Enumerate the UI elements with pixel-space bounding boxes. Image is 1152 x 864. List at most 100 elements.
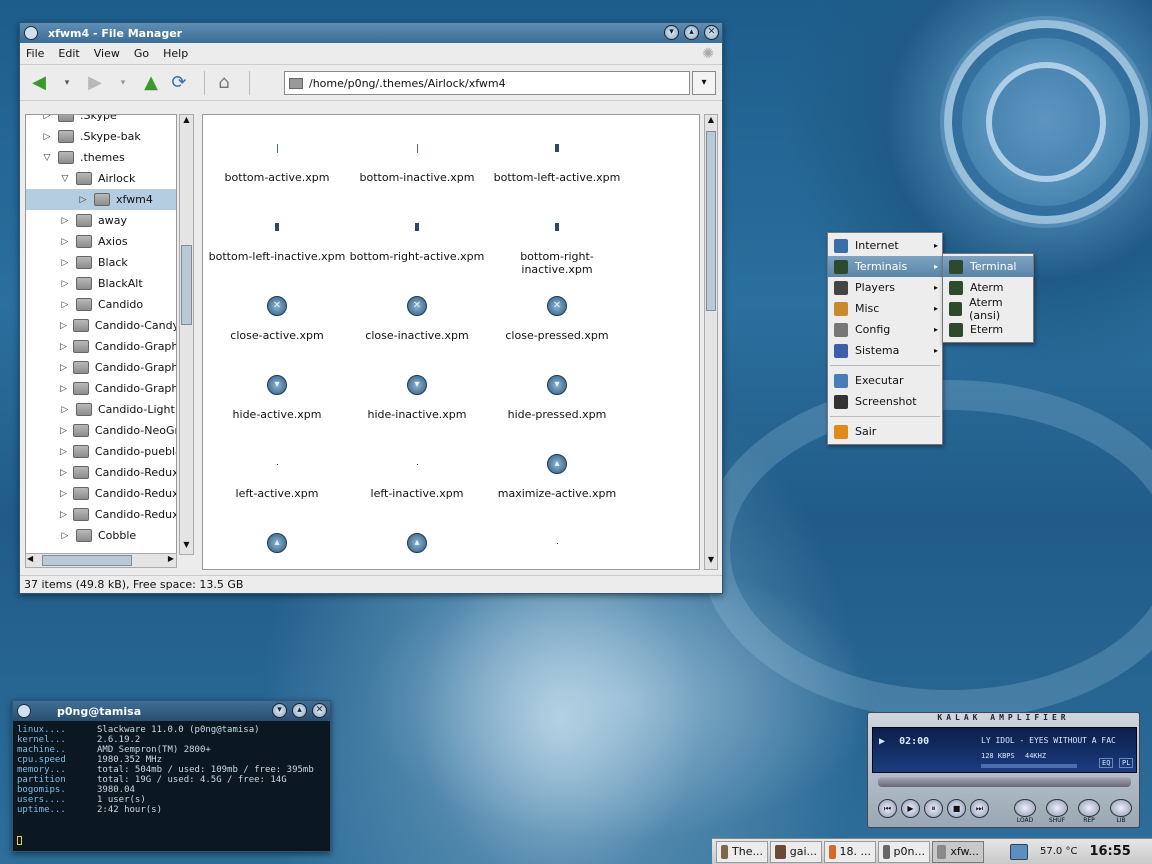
player-lib-button[interactable]: LIB: [1110, 799, 1132, 824]
file-item[interactable]: bottom-active.xpm: [207, 135, 347, 184]
tree-item[interactable]: ▷ xfwm4: [26, 189, 176, 210]
tree-item[interactable]: ▷ Candido-NeoGr: [26, 420, 176, 441]
collapsed-arrow-icon[interactable]: ▷: [60, 321, 67, 331]
file-item[interactable]: ✕ close-pressed.xpm: [487, 293, 627, 342]
tree-item[interactable]: ▷ .Skype: [26, 115, 176, 126]
back-history-dropdown[interactable]: ▾: [56, 72, 78, 94]
scroll-right-arrow[interactable]: ▶: [168, 554, 174, 563]
tree-item[interactable]: ▷ .Skype-bak: [26, 126, 176, 147]
collapsed-arrow-icon[interactable]: ▷: [60, 300, 70, 310]
player-shuf-button[interactable]: SHUF: [1046, 799, 1068, 824]
tree-item[interactable]: ▷ Candido-Redux: [26, 504, 176, 525]
collapsed-arrow-icon[interactable]: ▷: [42, 132, 52, 142]
next-button[interactable]: ⏭: [970, 799, 989, 818]
scroll-down-arrow[interactable]: ▼: [705, 555, 717, 569]
terminal-titlebar[interactable]: p0ng@tamisa ▾ ▴ ✕: [13, 701, 330, 721]
taskbar-button[interactable]: 18. ...: [824, 840, 876, 863]
file-manager-titlebar[interactable]: xfwm4 - File Manager ▾ ▴ ✕: [20, 23, 722, 43]
menu-item-eterm[interactable]: Eterm: [943, 319, 1033, 340]
tree-item[interactable]: ▷ Candido-Candy: [26, 315, 176, 336]
tree-item[interactable]: ▷ Cobble: [26, 525, 176, 546]
pause-button[interactable]: ⏸: [924, 799, 943, 818]
scroll-thumb-h[interactable]: [42, 555, 132, 566]
tree-vertical-scrollbar[interactable]: ▲ ▼: [179, 114, 194, 555]
file-item[interactable]: ✕ close-active.xpm: [207, 293, 347, 342]
tree-item[interactable]: ▷ Candido-Graph: [26, 357, 176, 378]
location-path-field[interactable]: /home/p0ng/.themes/Airlock/xfwm4: [284, 71, 690, 95]
window-menu-button[interactable]: [17, 704, 31, 718]
minimize-button[interactable]: ▾: [664, 25, 679, 40]
scroll-left-arrow[interactable]: ◀: [27, 554, 33, 563]
collapsed-arrow-icon[interactable]: ▷: [42, 115, 52, 121]
menu-item-misc[interactable]: Misc ▸: [828, 298, 942, 319]
collapsed-arrow-icon[interactable]: ▷: [60, 426, 67, 436]
menu-item-aterm-ansi-[interactable]: Aterm (ansi): [943, 296, 1033, 322]
collapsed-arrow-icon[interactable]: ▷: [60, 258, 70, 268]
collapsed-arrow-icon[interactable]: ▷: [60, 216, 70, 226]
maximize-button[interactable]: ▴: [684, 25, 699, 40]
scroll-thumb[interactable]: [181, 245, 192, 325]
tree-item[interactable]: ▷ Candido-Graph: [26, 336, 176, 357]
taskbar-button[interactable]: xfw...: [932, 840, 984, 863]
menu-item-config[interactable]: Config ▸: [828, 319, 942, 340]
tree-item[interactable]: ▷ Candido-Redux: [26, 483, 176, 504]
home-icon[interactable]: ⌂: [213, 72, 235, 94]
collapsed-arrow-icon[interactable]: ▷: [78, 195, 88, 205]
maximize-button[interactable]: ▴: [292, 703, 307, 718]
collapsed-arrow-icon[interactable]: ▷: [60, 531, 70, 541]
collapsed-arrow-icon[interactable]: ▷: [60, 342, 67, 352]
tree-item[interactable]: ▷ Black: [26, 252, 176, 273]
collapsed-arrow-icon[interactable]: ▷: [60, 279, 70, 289]
menu-item-sistema[interactable]: Sistema ▸: [828, 340, 942, 361]
back-arrow-icon[interactable]: ◀: [28, 72, 50, 94]
scroll-down-arrow[interactable]: ▼: [180, 540, 193, 554]
tree-item[interactable]: ▷ Candido-Redux: [26, 462, 176, 483]
forward-history-dropdown[interactable]: ▾: [112, 72, 134, 94]
menu-item-screenshot[interactable]: Screenshot: [828, 391, 942, 412]
menu-help[interactable]: Help: [163, 47, 188, 60]
collapsed-arrow-icon[interactable]: ▷: [60, 237, 70, 247]
menu-go[interactable]: Go: [134, 47, 149, 60]
file-item[interactable]: left-active.xpm: [207, 451, 347, 500]
file-item[interactable]: bottom-left-inactive.xpm: [207, 214, 347, 263]
tree-item[interactable]: ▽ .themes: [26, 147, 176, 168]
scroll-thumb[interactable]: [706, 131, 716, 311]
seek-bar[interactable]: [878, 777, 1131, 787]
file-item[interactable]: ▾ hide-pressed.xpm: [487, 372, 627, 421]
collapsed-arrow-icon[interactable]: ▷: [60, 489, 67, 499]
close-button[interactable]: ✕: [704, 25, 719, 40]
tree-item[interactable]: ▷ Candido-Graph: [26, 378, 176, 399]
taskbar-button[interactable]: p0n...: [878, 840, 930, 863]
clock[interactable]: 16:55: [1089, 844, 1130, 859]
player-load-button[interactable]: LOAD: [1014, 799, 1036, 824]
collapsed-arrow-icon[interactable]: ▷: [60, 468, 67, 478]
file-item[interactable]: ▴ maximize-active.xpm: [487, 451, 627, 500]
collapsed-arrow-icon[interactable]: ▷: [60, 363, 67, 373]
eq-button[interactable]: EQ: [1099, 758, 1114, 768]
file-item[interactable]: ✕ close-inactive.xpm: [347, 293, 487, 342]
location-dropdown-button[interactable]: ▾: [692, 71, 716, 95]
collapsed-arrow-icon[interactable]: ▷: [60, 405, 70, 415]
scroll-up-arrow[interactable]: ▲: [180, 115, 193, 129]
up-arrow-icon[interactable]: ▲: [140, 72, 162, 94]
stop-button[interactable]: ■: [947, 799, 966, 818]
player-title[interactable]: KALAK AMPLIFIER: [868, 713, 1139, 725]
reload-icon[interactable]: ⟳: [168, 72, 190, 94]
menu-file[interactable]: File: [26, 47, 44, 60]
close-button[interactable]: ✕: [312, 703, 327, 718]
menu-item-executar[interactable]: Executar: [828, 370, 942, 391]
track-time[interactable]: 02:00: [899, 736, 929, 747]
menu-edit[interactable]: Edit: [58, 47, 79, 60]
file-item[interactable]: bottom-left-active.xpm: [487, 135, 627, 184]
menu-item-internet[interactable]: Internet ▸: [828, 235, 942, 256]
file-item[interactable]: bottom-right-active.xpm: [347, 214, 487, 263]
menu-view[interactable]: View: [94, 47, 120, 60]
collapsed-arrow-icon[interactable]: ▷: [60, 447, 67, 457]
file-item[interactable]: ▾ hide-active.xpm: [207, 372, 347, 421]
file-item[interactable]: ▾ hide-inactive.xpm: [347, 372, 487, 421]
tree-item[interactable]: ▷ Candido-puebla: [26, 441, 176, 462]
previous-button[interactable]: ⏮: [878, 799, 897, 818]
menu-item-terminais[interactable]: Terminais ▸: [828, 256, 942, 277]
tree-horizontal-scrollbar[interactable]: ◀ ▶: [25, 553, 177, 568]
tree-item[interactable]: ▷ Candido-Light: [26, 399, 176, 420]
